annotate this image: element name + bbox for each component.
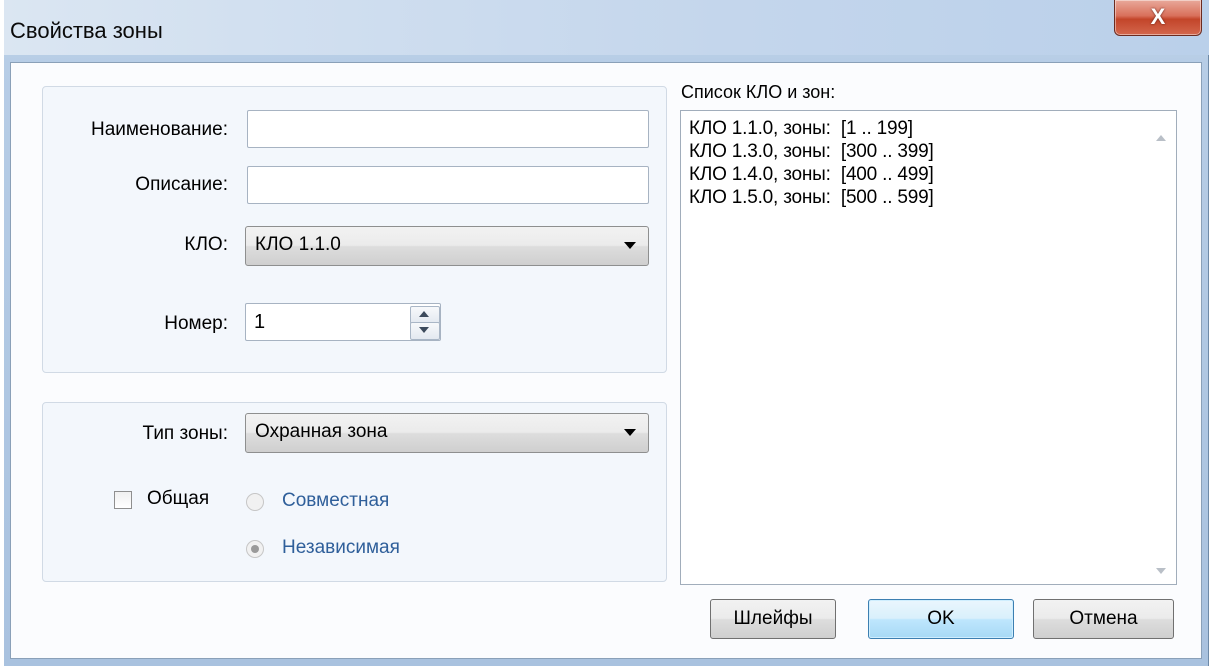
zone-type-select-value: Охранная зона: [255, 421, 388, 442]
name-label: Наименование:: [91, 119, 228, 140]
list-item[interactable]: КЛО 1.3.0, зоны: [300 .. 399]: [689, 141, 934, 163]
radio-independent-label: Независимая: [282, 537, 400, 558]
scroll-up-icon[interactable]: [1156, 135, 1166, 141]
list-item[interactable]: КЛО 1.5.0, зоны: [500 .. 599]: [689, 187, 934, 209]
radio-selected-dot: [251, 545, 259, 553]
shared-checkbox-label: Общая: [147, 488, 210, 509]
arrow-up-icon: [419, 311, 429, 317]
klo-select[interactable]: КЛО 1.1.0: [245, 226, 649, 266]
window-title: Свойства зоны: [10, 18, 163, 43]
loops-button-label: Шлейфы: [733, 608, 813, 629]
zone-type-select[interactable]: Охранная зона: [245, 413, 649, 453]
radio-joint[interactable]: [246, 493, 264, 511]
klo-select-value: КЛО 1.1.0: [255, 234, 341, 255]
list-scrollbar[interactable]: [1148, 113, 1174, 582]
ok-button[interactable]: OK: [868, 599, 1014, 639]
close-icon: X: [1150, 4, 1166, 29]
number-label: Номер:: [164, 313, 228, 334]
zone-type-label: Тип зоны:: [142, 423, 228, 444]
cancel-button-label: Отмена: [1069, 608, 1138, 629]
scroll-down-icon[interactable]: [1156, 568, 1166, 574]
ok-button-label: OK: [927, 608, 955, 629]
radio-independent[interactable]: [246, 540, 264, 558]
title-bar[interactable]: [4, 0, 1209, 55]
list-item[interactable]: КЛО 1.1.0, зоны: [1 .. 199]: [689, 118, 913, 140]
radio-joint-label: Совместная: [282, 490, 390, 511]
spin-down-button[interactable]: [410, 322, 440, 340]
window-edge: [0, 0, 4, 666]
name-field[interactable]: [247, 110, 649, 148]
klo-zones-list[interactable]: КЛО 1.1.0, зоны: [1 .. 199] КЛО 1.3.0, з…: [680, 110, 1177, 585]
arrow-down-icon: [419, 327, 429, 333]
chevron-down-icon: [624, 242, 636, 249]
number-spinner: [410, 306, 440, 340]
description-label: Описание:: [135, 174, 228, 195]
list-item[interactable]: КЛО 1.4.0, зоны: [400 .. 499]: [689, 164, 934, 186]
cancel-button[interactable]: Отмена: [1033, 599, 1174, 639]
description-field[interactable]: [247, 166, 649, 204]
shared-checkbox[interactable]: [114, 491, 132, 509]
chevron-down-icon: [624, 429, 636, 436]
list-header: Список КЛО и зон:: [681, 82, 836, 102]
close-button[interactable]: X: [1114, 0, 1202, 36]
klo-label: КЛО:: [184, 234, 228, 255]
number-value: 1: [254, 311, 266, 333]
loops-button[interactable]: Шлейфы: [710, 599, 836, 639]
